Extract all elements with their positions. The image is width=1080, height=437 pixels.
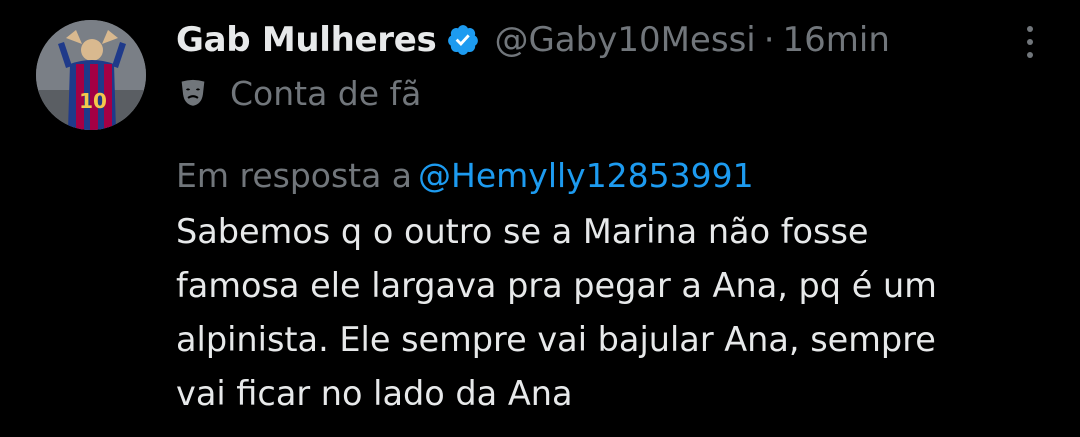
reply-prefix: Em resposta a	[176, 156, 413, 195]
avatar[interactable]: 10	[36, 20, 146, 130]
more-options-icon[interactable]	[1020, 20, 1040, 64]
tweet-text-line: Sabemos q o outro se a Marina não fosse	[176, 212, 869, 251]
account-label: Conta de fã	[176, 68, 1040, 118]
user-handle[interactable]: @Gaby10Messi	[494, 20, 755, 60]
avatar-image: 10	[36, 20, 146, 130]
tweet-text-line: alpinista. Ele sempre vai bajular Ana, s…	[176, 320, 936, 359]
reply-context: Em resposta a @Hemylly12853991	[176, 156, 1040, 195]
more-dot	[1027, 26, 1033, 32]
reply-to-link[interactable]: @Hemylly12853991	[418, 156, 754, 195]
tweet[interactable]: 10 Gab Mulheres @Gaby10Messi · 16min Con…	[0, 0, 1080, 437]
tweet-text: Sabemos q o outro se a Marina não fosse f…	[176, 205, 1046, 421]
svg-text:10: 10	[79, 89, 107, 113]
more-dot	[1027, 39, 1033, 45]
account-label-text: Conta de fã	[230, 73, 422, 113]
tweet-header: Gab Mulheres @Gaby10Messi · 16min	[176, 16, 1040, 64]
tweet-timestamp[interactable]: 16min	[783, 20, 890, 60]
tweet-text-line: famosa ele largava pra pegar a Ana, pq é…	[176, 266, 937, 305]
theater-mask-icon	[176, 76, 210, 110]
separator-dot: ·	[763, 20, 775, 60]
more-dot	[1027, 52, 1033, 58]
display-name[interactable]: Gab Mulheres	[176, 20, 437, 60]
verified-badge-icon	[446, 23, 480, 57]
tweet-text-line: vai ficar no lado da Ana	[176, 374, 573, 413]
tweet-content: Gab Mulheres @Gaby10Messi · 16min Conta …	[176, 16, 1040, 421]
